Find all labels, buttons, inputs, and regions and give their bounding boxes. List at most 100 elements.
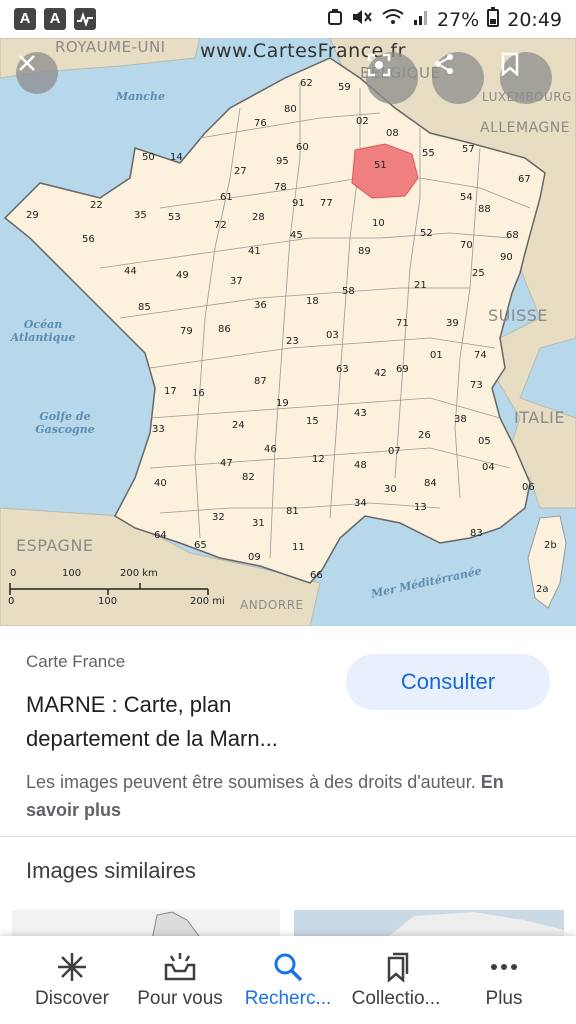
department-number: 74 <box>474 350 487 361</box>
department-number: 88 <box>478 204 491 215</box>
department-number: 38 <box>454 414 467 425</box>
department-number: 68 <box>506 230 519 241</box>
department-number: 01 <box>430 350 443 361</box>
department-number: 44 <box>124 266 137 277</box>
nav-item-discover[interactable]: Discover <box>14 936 130 1024</box>
department-number: 57 <box>462 144 475 155</box>
country-label: SUISSE <box>488 306 549 325</box>
department-number: 39 <box>446 318 459 329</box>
department-number: 37 <box>230 276 243 287</box>
country-label: ANDORRE <box>240 598 304 612</box>
department-number: 19 <box>276 398 289 409</box>
scale-label: 100 <box>98 596 118 607</box>
department-number: 40 <box>154 478 167 489</box>
consult-button[interactable]: Consulter <box>346 654 550 710</box>
department-number: 34 <box>354 498 367 509</box>
department-number: 86 <box>218 324 231 335</box>
department-number: 04 <box>482 462 495 473</box>
close-button[interactable] <box>16 52 58 94</box>
result-source[interactable]: Carte France <box>26 652 125 672</box>
nav-label: Recherc... <box>244 988 332 1009</box>
department-number: 05 <box>478 436 491 447</box>
nav-item-collections[interactable]: Collectio... <box>338 936 454 1024</box>
department-number: 48 <box>354 460 367 471</box>
divider <box>0 836 576 837</box>
department-number: 58 <box>342 286 355 297</box>
share-button[interactable] <box>432 52 484 104</box>
department-number: 95 <box>276 156 289 167</box>
department-number: 50 <box>142 152 155 163</box>
department-number: 65 <box>194 540 207 551</box>
department-number: 69 <box>396 364 409 375</box>
department-number: 83 <box>470 528 483 539</box>
scale-label: 0 <box>10 568 17 579</box>
department-number: 43 <box>354 408 367 419</box>
department-number: 29 <box>26 210 39 221</box>
department-number: 08 <box>386 128 399 139</box>
department-number: 73 <box>470 380 483 391</box>
department-number: 21 <box>414 280 427 291</box>
wifi-icon <box>381 8 405 31</box>
sea-label: Océan Atlantique <box>10 318 76 344</box>
nav-item-plus[interactable]: Plus <box>446 936 562 1024</box>
department-number: 78 <box>274 182 287 193</box>
department-number: 2b <box>544 540 557 551</box>
alarm-icon <box>327 8 343 31</box>
battery-icon <box>487 7 500 32</box>
department-number: 51 <box>374 160 387 171</box>
department-number: 76 <box>254 118 267 129</box>
nav-item-pour-vous[interactable]: Pour vous <box>122 936 238 1024</box>
result-title[interactable]: MARNE : Carte, plan departement de la Ma… <box>26 688 346 756</box>
department-number: 07 <box>388 446 401 457</box>
department-number: 22 <box>90 200 103 211</box>
bookmark-button[interactable] <box>500 52 552 104</box>
department-number: 33 <box>152 424 165 435</box>
asterisk-icon <box>52 950 92 984</box>
department-number: 79 <box>180 326 193 337</box>
nav-label: Collectio... <box>351 988 441 1009</box>
department-number: 12 <box>312 454 325 465</box>
battery-percent: 27% <box>437 8 480 31</box>
department-number: 89 <box>358 246 371 257</box>
department-number: 47 <box>220 458 233 469</box>
inbox-icon <box>160 950 200 984</box>
department-number: 82 <box>242 472 255 483</box>
app-a-icon: A <box>44 8 66 30</box>
department-number: 60 <box>296 142 309 153</box>
map-image[interactable]: ROYAUME-UNI www.CartesFrance.fr BELGIQUE… <box>0 38 576 626</box>
department-number: 03 <box>326 330 339 341</box>
department-number: 70 <box>460 240 473 251</box>
department-number: 24 <box>232 420 245 431</box>
department-number: 53 <box>168 212 181 223</box>
department-number: 52 <box>420 228 433 239</box>
department-number: 42 <box>374 368 387 379</box>
department-number: 17 <box>164 386 177 397</box>
sea-label: Manche <box>116 90 165 103</box>
scale-label: 100 <box>62 568 82 579</box>
rights-notice: Les images peuvent être soumises à des d… <box>26 768 526 824</box>
nav-label: Pour vous <box>137 988 223 1009</box>
department-number: 84 <box>424 478 437 489</box>
department-number: 35 <box>134 210 147 221</box>
app-a-icon: A <box>14 8 36 30</box>
more-icon <box>484 950 524 984</box>
share-icon <box>435 54 453 74</box>
activity-icon <box>74 8 96 30</box>
lens-button[interactable] <box>366 52 418 104</box>
nav-item-recherche[interactable]: Recherc... <box>230 936 346 1024</box>
department-number: 64 <box>154 530 167 541</box>
department-number: 28 <box>252 212 265 223</box>
department-number: 15 <box>306 416 319 427</box>
department-number: 62 <box>300 78 313 89</box>
department-number: 66 <box>310 570 323 581</box>
department-number: 16 <box>192 388 205 399</box>
country-label: ROYAUME-UNI <box>55 38 166 56</box>
department-number: 87 <box>254 376 267 387</box>
country-label: ALLEMAGNE <box>480 120 571 136</box>
department-number: 77 <box>320 198 333 209</box>
department-number: 23 <box>286 336 299 347</box>
bookmark-icon <box>501 52 519 76</box>
scale-label: 0 <box>8 596 15 607</box>
department-number: 25 <box>472 268 485 279</box>
department-number: 09 <box>248 552 261 563</box>
